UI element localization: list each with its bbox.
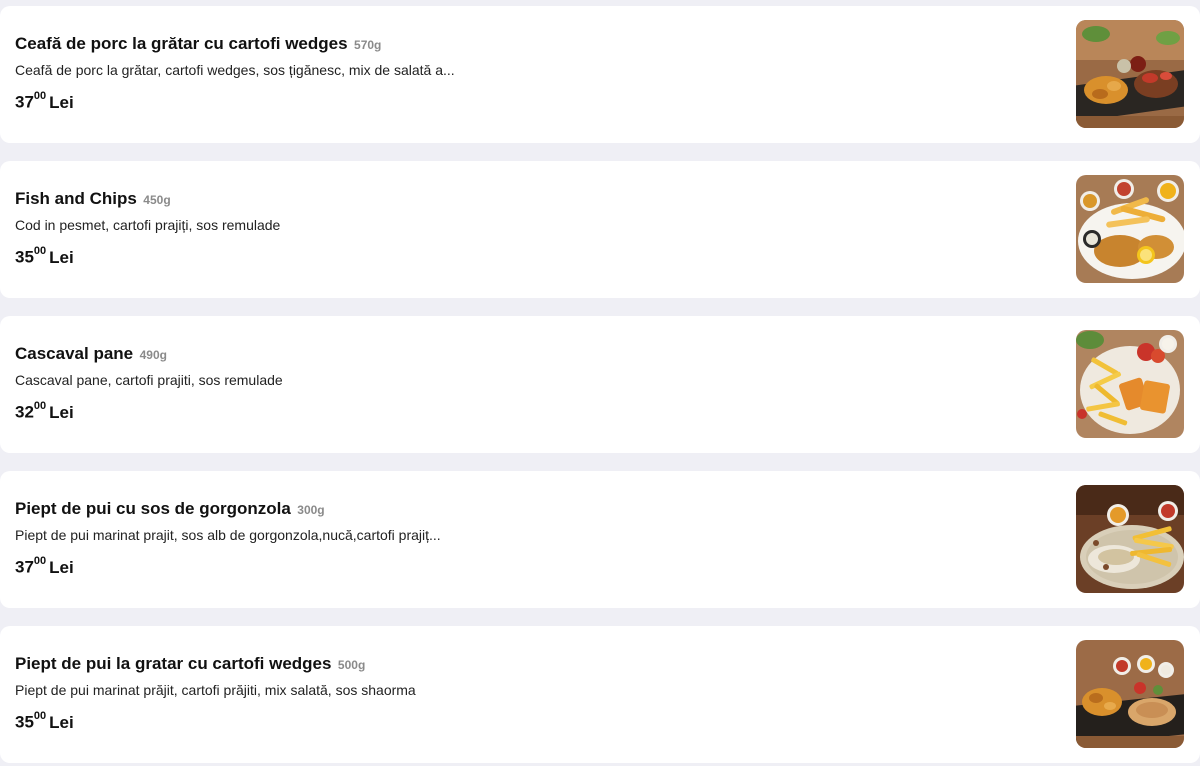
menu-item-description: Cascaval pane, cartofi prajiti, sos remu… (15, 372, 283, 388)
menu-item-title: Piept de pui cu sos de gorgonzola (15, 499, 291, 518)
menu-item-weight: 570g (354, 38, 382, 52)
chicken-gorgonzola-photo[interactable] (1076, 485, 1184, 593)
menu-item-text: Fish and Chips 450g Cod in pesmet, carto… (15, 188, 1060, 271)
menu-item-weight: 500g (337, 658, 366, 672)
menu-item-price: 3700 Lei (15, 550, 1060, 581)
menu-item-price: 3700 Lei (15, 85, 1060, 116)
price-integer: 37 (15, 92, 34, 112)
fish-and-chips-photo[interactable] (1076, 175, 1184, 283)
menu-item-price: 3500 Lei (15, 240, 1060, 271)
menu-item-card[interactable]: Fish and Chips 450g Cod in pesmet, carto… (0, 161, 1200, 298)
price-decimals: 00 (33, 245, 47, 257)
price-integer: 35 (15, 712, 34, 732)
price-currency: Lei (49, 712, 74, 732)
menu-item-description: Cod in pesmet, cartofi prajiți, sos remu… (15, 217, 281, 233)
menu-item-weight: 490g (139, 348, 167, 362)
menu-item-title-line: Ceafă de porc la grătar cu cartofi wedge… (15, 33, 1060, 55)
price-integer: 35 (15, 247, 34, 267)
price-currency: Lei (49, 557, 74, 577)
menu-item-title: Cascaval pane (15, 344, 134, 363)
menu-item-card[interactable]: Cascaval pane 490g Cascaval pane, cartof… (0, 316, 1200, 453)
menu-item-price: 3200 Lei (15, 395, 1060, 426)
price-decimals: 00 (33, 555, 47, 567)
menu-item-title: Fish and Chips (15, 189, 137, 208)
menu-item-title: Ceafă de porc la grătar cu cartofi wedge… (15, 34, 348, 53)
price-decimals: 00 (33, 400, 47, 412)
menu-item-description: Piept de pui marinat prăjit, cartofi pră… (15, 682, 416, 698)
price-integer: 32 (15, 402, 34, 422)
menu-item-title-line: Piept de pui cu sos de gorgonzola 300g (15, 498, 1060, 520)
menu-item-card[interactable]: Ceafă de porc la grătar cu cartofi wedge… (0, 6, 1200, 143)
menu-item-title-line: Piept de pui la gratar cu cartofi wedges… (15, 653, 1060, 675)
price-currency: Lei (49, 402, 74, 422)
menu-item-weight: 450g (143, 193, 171, 207)
price-currency: Lei (49, 247, 74, 267)
menu-item-text: Piept de pui la gratar cu cartofi wedges… (15, 653, 1060, 736)
menu-item-weight: 300g (297, 503, 325, 517)
menu-item-text: Piept de pui cu sos de gorgonzola 300g P… (15, 498, 1060, 581)
price-decimals: 00 (33, 710, 47, 722)
price-currency: Lei (49, 92, 74, 112)
menu-item-price: 3500 Lei (15, 705, 1060, 736)
menu-item-description: Piept de pui marinat prajit, sos alb de … (15, 527, 441, 543)
menu-item-card[interactable]: Piept de pui cu sos de gorgonzola 300g P… (0, 471, 1200, 608)
grilled-chicken-wedges-photo[interactable] (1076, 640, 1184, 748)
menu-item-text: Ceafă de porc la grătar cu cartofi wedge… (15, 33, 1060, 116)
menu-item-list: Ceafă de porc la grătar cu cartofi wedge… (0, 0, 1200, 766)
menu-item-text: Cascaval pane 490g Cascaval pane, cartof… (15, 343, 1060, 426)
menu-item-title-line: Fish and Chips 450g (15, 188, 1060, 210)
menu-item-title-line: Cascaval pane 490g (15, 343, 1060, 365)
price-decimals: 00 (33, 90, 47, 102)
menu-item-description: Ceafă de porc la grătar, cartofi wedges,… (15, 62, 455, 78)
price-integer: 37 (15, 557, 34, 577)
pork-neck-dish-photo[interactable] (1076, 20, 1184, 128)
menu-item-title: Piept de pui la gratar cu cartofi wedges (15, 654, 332, 673)
cascaval-pane-photo[interactable] (1076, 330, 1184, 438)
menu-item-card[interactable]: Piept de pui la gratar cu cartofi wedges… (0, 626, 1200, 763)
